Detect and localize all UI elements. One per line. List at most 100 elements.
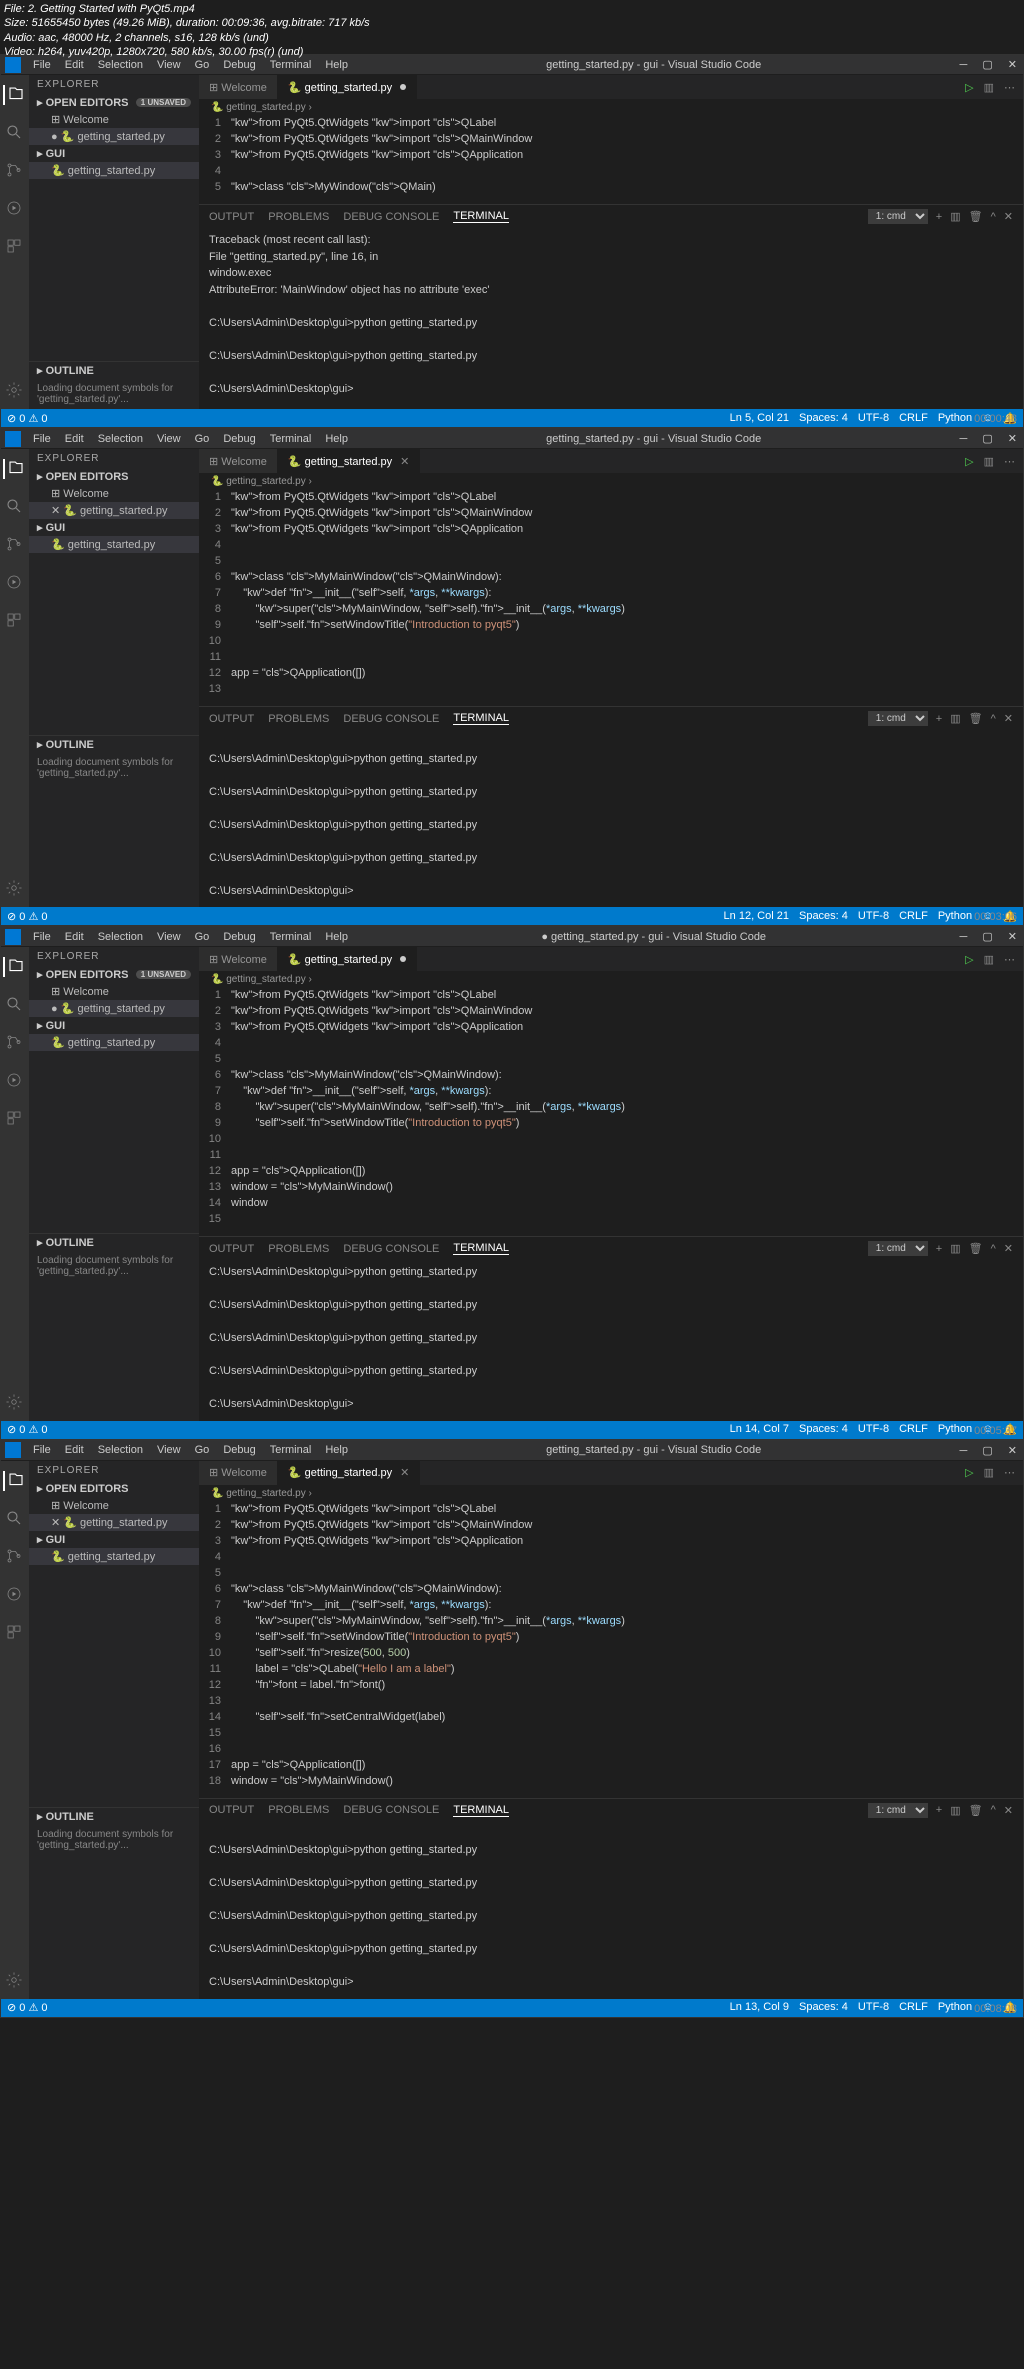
tab-file[interactable]: 🐍 getting_started.py ✕ [278, 449, 420, 473]
split-editor-icon[interactable]: ▥ [984, 953, 994, 966]
split-editor-icon[interactable]: ▥ [984, 81, 994, 94]
menu-selection[interactable]: Selection [92, 431, 149, 447]
gear-icon[interactable] [5, 1971, 25, 1991]
status-problems[interactable]: ⊘ 0 ⚠ 0 [7, 1423, 47, 1436]
run-icon[interactable]: ▷ [965, 1466, 973, 1479]
maximize-icon[interactable]: ▢ [976, 431, 998, 447]
minimize-icon[interactable]: ─ [953, 929, 973, 945]
extensions-icon[interactable] [5, 1109, 25, 1129]
panel-tab-problems[interactable]: PROBLEMS [268, 1243, 329, 1255]
chevron-up-icon[interactable]: ^ [991, 1804, 996, 1816]
source-control-icon[interactable] [5, 161, 25, 181]
menu-terminal[interactable]: Terminal [264, 1442, 318, 1458]
menu-file[interactable]: File [27, 431, 57, 447]
panel-tab-debug-console[interactable]: DEBUG CONSOLE [343, 713, 439, 725]
split-terminal-icon[interactable]: ▥ [950, 712, 960, 725]
file-item[interactable]: 🐍 getting_started.py [29, 1548, 199, 1565]
menu-go[interactable]: Go [189, 431, 216, 447]
split-editor-icon[interactable]: ▥ [984, 1466, 994, 1479]
tab-file[interactable]: 🐍 getting_started.py [278, 75, 417, 99]
search-icon[interactable] [5, 1509, 25, 1529]
open-editors-section[interactable]: ▸ OPEN EDITORS [29, 1480, 199, 1497]
terminal-selector[interactable]: 1: cmd [868, 1241, 928, 1256]
open-editor-welcome[interactable]: ⊞ Welcome [29, 983, 199, 1000]
file-item[interactable]: 🐍 getting_started.py [29, 1034, 199, 1051]
tab-welcome[interactable]: ⊞ Welcome [199, 947, 278, 971]
tab-welcome[interactable]: ⊞ Welcome [199, 1461, 278, 1485]
chevron-up-icon[interactable]: ^ [991, 713, 996, 725]
menu-edit[interactable]: Edit [59, 1442, 90, 1458]
trash-icon[interactable]: 🗑 [969, 1804, 983, 1817]
new-terminal-icon[interactable]: + [936, 713, 942, 725]
gear-icon[interactable] [5, 879, 25, 899]
maximize-icon[interactable]: ▢ [976, 57, 998, 73]
panel-tab-debug-console[interactable]: DEBUG CONSOLE [343, 1804, 439, 1816]
code-editor[interactable]: 123456789101112131415 "kw">from PyQt5.Qt… [199, 988, 1023, 1236]
open-editor-file[interactable]: ✕ 🐍 getting_started.py [29, 502, 199, 519]
panel-tab-problems[interactable]: PROBLEMS [268, 1804, 329, 1816]
close-icon[interactable]: ✕ [1002, 929, 1023, 945]
gear-icon[interactable] [5, 1393, 25, 1413]
status-item[interactable]: Python [938, 1423, 972, 1436]
close-icon[interactable]: ✕ [1002, 431, 1023, 447]
file-item[interactable]: 🐍 getting_started.py [29, 536, 199, 553]
run-icon[interactable]: ▷ [965, 81, 973, 94]
file-item[interactable]: 🐍 getting_started.py [29, 162, 199, 179]
tab-file[interactable]: 🐍 getting_started.py ✕ [278, 1461, 420, 1485]
open-editors-section[interactable]: ▸ OPEN EDITORS 1 UNSAVED [29, 966, 199, 983]
panel-tab-output[interactable]: OUTPUT [209, 1243, 254, 1255]
panel-tab-terminal[interactable]: TERMINAL [453, 1242, 509, 1255]
more-icon[interactable]: ⋯ [1004, 1466, 1015, 1479]
menu-terminal[interactable]: Terminal [264, 929, 318, 945]
panel-tab-output[interactable]: OUTPUT [209, 211, 254, 223]
panel-tab-output[interactable]: OUTPUT [209, 713, 254, 725]
debug-icon[interactable] [5, 1585, 25, 1605]
status-item[interactable]: CRLF [899, 412, 928, 425]
terminal-selector[interactable]: 1: cmd [868, 209, 928, 224]
status-item[interactable]: UTF-8 [858, 2001, 889, 2014]
tab-file[interactable]: 🐍 getting_started.py [278, 947, 417, 971]
open-editor-welcome[interactable]: ⊞ Welcome [29, 111, 199, 128]
status-item[interactable]: Python [938, 910, 972, 923]
new-terminal-icon[interactable]: + [936, 1804, 942, 1816]
menu-debug[interactable]: Debug [217, 1442, 261, 1458]
menu-selection[interactable]: Selection [92, 929, 149, 945]
menu-file[interactable]: File [27, 929, 57, 945]
status-problems[interactable]: ⊘ 0 ⚠ 0 [7, 412, 47, 425]
outline-section[interactable]: ▸ OUTLINE [29, 1807, 199, 1825]
maximize-icon[interactable]: ▢ [976, 929, 998, 945]
new-terminal-icon[interactable]: + [936, 211, 942, 223]
status-item[interactable]: Spaces: 4 [799, 910, 848, 923]
outline-section[interactable]: ▸ OUTLINE [29, 1233, 199, 1251]
status-item[interactable]: CRLF [899, 1423, 928, 1436]
open-editors-section[interactable]: ▸ OPEN EDITORS 1 UNSAVED [29, 94, 199, 111]
menu-edit[interactable]: Edit [59, 431, 90, 447]
status-item[interactable]: Spaces: 4 [799, 2001, 848, 2014]
source-control-icon[interactable] [5, 1033, 25, 1053]
gui-folder-section[interactable]: ▸ GUI [29, 1531, 199, 1548]
menu-view[interactable]: View [151, 431, 187, 447]
explorer-icon[interactable] [3, 1471, 23, 1491]
panel-tab-output[interactable]: OUTPUT [209, 1804, 254, 1816]
menu-debug[interactable]: Debug [217, 929, 261, 945]
close-icon[interactable]: ✕ [1002, 57, 1023, 73]
gear-icon[interactable] [5, 381, 25, 401]
gui-folder-section[interactable]: ▸ GUI [29, 1017, 199, 1034]
status-item[interactable]: UTF-8 [858, 412, 889, 425]
debug-icon[interactable] [5, 1071, 25, 1091]
extensions-icon[interactable] [5, 1623, 25, 1643]
extensions-icon[interactable] [5, 611, 25, 631]
code-editor[interactable]: 12345678910111213 "kw">from PyQt5.QtWidg… [199, 490, 1023, 706]
menu-view[interactable]: View [151, 1442, 187, 1458]
menu-file[interactable]: File [27, 1442, 57, 1458]
debug-icon[interactable] [5, 573, 25, 593]
source-control-icon[interactable] [5, 1547, 25, 1567]
breadcrumb[interactable]: 🐍 getting_started.py › [199, 99, 1023, 116]
code-editor[interactable]: 123456789101112131415161718 "kw">from Py… [199, 1502, 1023, 1798]
open-editor-welcome[interactable]: ⊞ Welcome [29, 1497, 199, 1514]
new-terminal-icon[interactable]: + [936, 1243, 942, 1255]
status-cursor[interactable]: Ln 14, Col 7 [730, 1423, 789, 1436]
panel-close-icon[interactable]: ✕ [1004, 712, 1013, 725]
menu-help[interactable]: Help [319, 929, 354, 945]
explorer-icon[interactable] [3, 957, 23, 977]
